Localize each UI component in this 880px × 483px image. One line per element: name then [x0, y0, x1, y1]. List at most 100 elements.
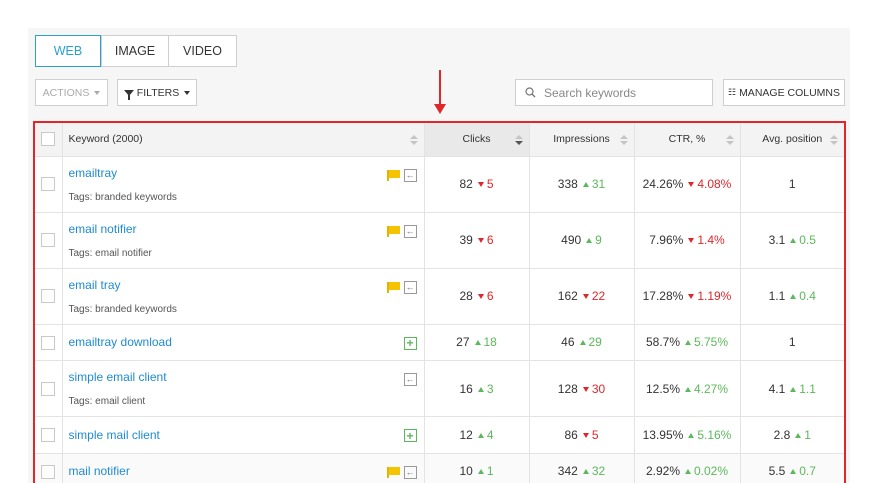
plus-icon[interactable]: +	[403, 429, 417, 443]
search-input[interactable]	[544, 85, 704, 100]
column-header-ctr[interactable]: CTR, %	[634, 122, 741, 157]
sort-desc-icon[interactable]	[514, 135, 523, 146]
position-cell: 5.5 0.7	[740, 453, 846, 483]
filter-icon	[123, 89, 134, 100]
table-row: emailtray Tags: branded keywords ← 82 5 338 31…	[34, 156, 846, 213]
keyword-link[interactable]: emailtray	[69, 166, 424, 180]
row-checkbox[interactable]	[41, 382, 56, 397]
position-cell: 1	[740, 156, 846, 213]
impressions-cell: 490 9	[529, 212, 635, 269]
table-row: simple email client Tags: email client ← 16…	[34, 360, 846, 418]
keyword-tags: Tags: email notifier	[68, 247, 152, 259]
clicks-value: 39	[459, 233, 473, 247]
column-header-impressions[interactable]: Impressions	[529, 122, 635, 157]
search-icon	[525, 87, 536, 98]
flag-icon[interactable]	[386, 281, 400, 293]
impressions-value: 338	[557, 177, 578, 191]
keyword-actions: ←	[386, 168, 417, 182]
clicks-value: 12	[459, 427, 473, 442]
ctr-delta: 4.27%	[694, 381, 729, 396]
impressions-delta: 29	[588, 335, 602, 350]
arrow-left-icon[interactable]: ←	[403, 373, 417, 387]
impressions-value: 86	[564, 427, 578, 442]
arrow-left-icon[interactable]: ←	[403, 465, 417, 479]
table-row: mail notifier ← 10 1 342 32 2.92% 0.02% 5.5 0.7	[34, 453, 846, 483]
actions-button[interactable]: ACTIONS	[35, 79, 108, 106]
ctr-delta: 0.02%	[694, 464, 729, 479]
row-checkbox[interactable]	[41, 464, 56, 479]
keyword-link[interactable]: email tray	[69, 278, 424, 292]
trend-up-icon	[586, 238, 593, 243]
position-cell: 3.1 0.5	[740, 212, 846, 269]
keyword-cell: simple mail client +	[62, 416, 425, 454]
sort-icon[interactable]	[409, 135, 418, 146]
manage-columns-button[interactable]: ☷ MANAGE COLUMNS	[723, 79, 845, 106]
tab-image[interactable]: IMAGE	[101, 35, 169, 67]
tab-video[interactable]: VIDEO	[169, 35, 237, 67]
table-header-row: Keyword (2000) Clicks Impressions CTR, %…	[34, 122, 846, 157]
ctr-cell: 12.5% 4.27%	[634, 360, 741, 418]
chevron-down-icon	[184, 90, 191, 95]
keyword-tags: Tags: branded keywords	[68, 191, 177, 203]
clicks-cell: 16 3	[424, 360, 530, 418]
arrow-left-icon[interactable]: ←	[403, 280, 417, 294]
column-header-keyword-label: Keyword (2000)	[68, 133, 143, 146]
row-checkbox[interactable]	[41, 177, 56, 192]
trend-up-icon	[790, 469, 797, 475]
sort-icon[interactable]	[725, 135, 734, 146]
impressions-value: 128	[557, 381, 578, 396]
trend-down-icon	[582, 386, 589, 392]
table-row: simple mail client +12 4 86 5 13.95% 5.16% 2.8 1	[34, 416, 846, 454]
position-value: 1	[788, 335, 796, 350]
position-delta: 0.7	[799, 464, 816, 479]
keyword-link[interactable]: simple email client	[69, 370, 424, 384]
row-checkbox[interactable]	[41, 289, 56, 304]
keyword-link[interactable]: mail notifier	[69, 464, 424, 478]
column-header-keyword[interactable]: Keyword (2000)	[62, 122, 425, 157]
keyword-actions: +	[403, 336, 417, 350]
arrow-left-icon[interactable]: ←	[403, 224, 417, 238]
keyword-link[interactable]: email notifier	[69, 222, 424, 236]
sort-icon[interactable]	[619, 135, 628, 146]
position-value: 2.8	[773, 427, 791, 442]
keyword-cell: emailtray download +	[62, 324, 425, 362]
flag-icon[interactable]	[386, 225, 400, 237]
ctr-value: 7.96%	[649, 233, 684, 247]
position-cell: 4.1 1.1	[740, 360, 846, 418]
plus-icon[interactable]: +	[403, 336, 417, 350]
row-checkbox[interactable]	[41, 428, 56, 443]
ctr-value: 12.5%	[645, 381, 680, 396]
select-all-cell	[34, 122, 63, 157]
column-header-clicks[interactable]: Clicks	[424, 122, 530, 157]
clicks-delta: 3	[486, 381, 494, 396]
trend-down-icon	[582, 294, 589, 299]
trend-up-icon	[688, 432, 695, 438]
row-checkbox[interactable]	[41, 233, 56, 248]
filters-button[interactable]: FILTERS	[117, 79, 197, 106]
flag-icon[interactable]	[386, 169, 400, 181]
row-select-cell	[34, 416, 63, 454]
arrow-left-icon[interactable]: ←	[403, 168, 417, 182]
sort-icon[interactable]	[830, 135, 838, 146]
ctr-delta: 5.75%	[694, 335, 729, 350]
position-delta: 0.4	[799, 289, 816, 303]
keyword-actions: ←	[386, 280, 417, 294]
row-checkbox[interactable]	[41, 335, 56, 350]
trend-up-icon	[685, 469, 691, 475]
ctr-delta: 1.19%	[697, 289, 732, 303]
position-delta: 1.1	[799, 381, 816, 396]
select-all-checkbox[interactable]	[41, 132, 56, 147]
trend-up-icon	[582, 469, 589, 475]
ctr-value: 24.26%	[642, 177, 684, 191]
tab-web[interactable]: WEB	[35, 35, 101, 67]
trend-down-icon	[477, 294, 484, 299]
flag-icon[interactable]	[386, 466, 400, 478]
column-header-position[interactable]: Avg. position	[740, 122, 846, 157]
position-value: 1	[788, 177, 796, 191]
keyword-link[interactable]: simple mail client	[69, 428, 424, 442]
keyword-link[interactable]: emailtray download	[69, 335, 424, 349]
keyword-cell: simple email client Tags: email client ←	[62, 360, 425, 418]
tab-bar: WEB IMAGE VIDEO	[35, 35, 237, 67]
keyword-tags: Tags: branded keywords	[68, 303, 177, 315]
column-header-clicks-label: Clicks	[462, 133, 491, 146]
